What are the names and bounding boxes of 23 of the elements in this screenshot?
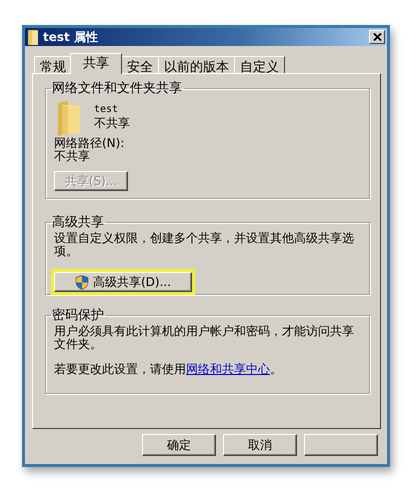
group-description: 用户必须具有此计算机的用户帐户和密码，才能访问共享文件夹。 [54, 325, 355, 351]
window-title: test 属性 [43, 28, 99, 46]
folder-name: test [94, 104, 120, 115]
shield-icon [74, 274, 89, 290]
close-icon [372, 33, 382, 41]
close-button[interactable] [369, 30, 385, 44]
share-status: 不共享 [94, 115, 130, 132]
group-title: 密码保护 [51, 307, 105, 324]
dialog-button[interactable]: 确定 [142, 434, 216, 456]
dialog-button[interactable]: 取消 [223, 434, 297, 456]
folder-icon [28, 30, 38, 44]
network-path-label: 网络路径(N): [54, 137, 124, 150]
group-title: 高级共享 [51, 214, 105, 231]
dialog-button[interactable] [304, 434, 378, 456]
tab[interactable]: 共享 [70, 53, 122, 74]
tab[interactable]: 以前的版本 [158, 56, 235, 74]
group-description: 设置自定义权限，创建多个共享，并设置其他高级共享选项。 [54, 232, 355, 258]
settings-note: 若要更改此设置，请使用网络和共享中心。 [54, 361, 282, 378]
tab[interactable]: 自定义 [234, 56, 285, 74]
advanced-sharing-button[interactable]: 高级共享(D)... [54, 272, 192, 292]
network-path-value: 不共享 [54, 150, 90, 163]
group-title: 网络文件和文件夹共享 [51, 80, 183, 97]
network-sharing-center-link[interactable]: 网络和共享中心 [186, 362, 270, 376]
